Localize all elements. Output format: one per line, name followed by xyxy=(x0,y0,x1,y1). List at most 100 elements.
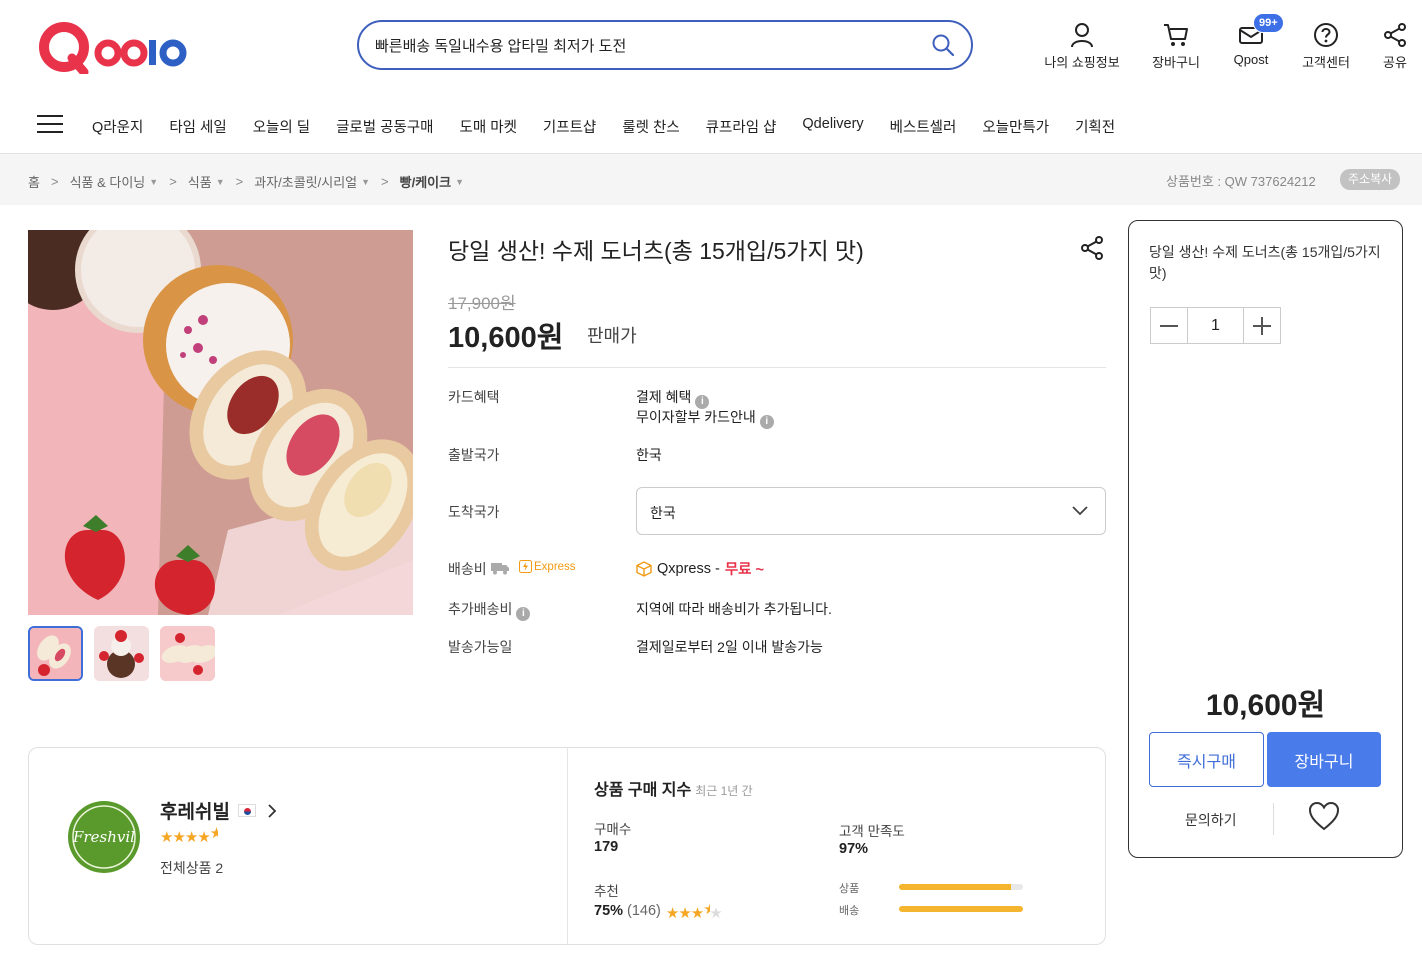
breadcrumb-item[interactable]: 식품 & 다이닝 xyxy=(70,172,146,191)
thumbnail-2[interactable] xyxy=(94,626,149,681)
customer-center-label: 고객센터 xyxy=(1302,55,1350,70)
nav-item[interactable]: 타임 세일 xyxy=(169,116,226,137)
divider xyxy=(448,367,1106,368)
origin-value: 한국 xyxy=(636,447,662,463)
price-label: 판매가 xyxy=(587,326,637,346)
shipping-value: Qxpress - 무료 ~ xyxy=(636,558,764,579)
plus-icon xyxy=(1252,316,1271,335)
qoo10-logo[interactable] xyxy=(38,20,188,77)
purchases-value: 179 xyxy=(594,839,619,855)
product-number: 상품번호 : QW 737624212 xyxy=(1166,174,1316,189)
buy-now-button[interactable]: 즉시구매 xyxy=(1149,732,1264,787)
breadcrumb: 홈 > 식품 & 다이닝 ▼ > 식품 ▼ > 과자/초콜릿/시리얼 ▼ > 빵/케이… xyxy=(28,172,464,191)
express-icon xyxy=(519,560,532,573)
caret-down-icon[interactable]: ▼ xyxy=(455,177,464,187)
korea-flag-icon xyxy=(237,804,256,817)
caret-down-icon[interactable]: ▼ xyxy=(216,177,225,187)
customer-center-button[interactable]: 고객센터 xyxy=(1298,22,1354,74)
nav-item[interactable]: 오늘만특가 xyxy=(982,116,1049,137)
qpost-label: Qpost xyxy=(1233,52,1269,67)
share-header-button[interactable]: 공유 xyxy=(1378,22,1412,74)
bar-fill xyxy=(899,884,1011,890)
my-shopping-button[interactable]: 나의 쇼핑정보 xyxy=(1040,22,1124,74)
breadcrumb-home[interactable]: 홈 xyxy=(28,172,40,191)
delivery-bar-label: 배송 xyxy=(839,905,860,917)
destination-label: 도착국가 xyxy=(448,504,500,520)
info-icon[interactable]: i xyxy=(759,415,774,429)
quantity-stepper: 1 xyxy=(1150,307,1281,344)
shipping-label: 배송비 xyxy=(448,561,487,577)
menu-icon[interactable] xyxy=(37,115,63,135)
nav-item[interactable]: 오늘의 딜 xyxy=(253,116,310,137)
caret-down-icon[interactable]: ▼ xyxy=(149,177,158,187)
cart-icon xyxy=(1164,24,1188,46)
satisfaction-value: 97% xyxy=(839,841,869,857)
qpost-badge: 99+ xyxy=(1253,13,1284,33)
search-bar[interactable] xyxy=(357,20,973,70)
destination-select[interactable]: 한국 xyxy=(636,487,1106,535)
purchase-index-title: 상품 구매 지수 최근 1년 간 xyxy=(594,776,753,800)
chevron-right-icon: > xyxy=(381,174,389,189)
nav-item[interactable]: Qdelivery xyxy=(802,116,863,137)
cart-label: 장바구니 xyxy=(1152,55,1200,70)
chevron-right-icon[interactable] xyxy=(266,803,278,819)
nav-item[interactable]: 베스트셀러 xyxy=(890,116,957,137)
shipping-free[interactable]: 무료 ~ xyxy=(725,558,764,579)
sale-price: 10,600원 xyxy=(448,322,564,354)
order-total-price: 10,600원 xyxy=(1205,689,1326,722)
seller-name-row[interactable]: 후레쉬빌 xyxy=(160,797,278,824)
thumbnail-3[interactable] xyxy=(160,626,215,681)
nav-item[interactable]: Q라운지 xyxy=(92,116,143,137)
heart-icon[interactable] xyxy=(1308,801,1340,836)
chevron-right-icon: > xyxy=(235,174,244,189)
chevron-down-icon xyxy=(1071,504,1089,522)
nav-item[interactable]: 도매 마켓 xyxy=(460,116,517,137)
purchases-label: 구매수 xyxy=(594,822,632,837)
nav-item[interactable]: 룰렛 찬스 xyxy=(622,116,679,137)
seller-logo[interactable]: Freshvil xyxy=(67,800,141,874)
nav-item[interactable]: 기프트샵 xyxy=(543,116,596,137)
nav-item[interactable]: 글로벌 공동구매 xyxy=(336,116,433,137)
delivery-satisfaction-bar xyxy=(899,906,1023,912)
bar-fill xyxy=(899,906,1023,912)
express-badge: Express xyxy=(519,560,576,573)
seller-name[interactable]: 후레쉬빌 xyxy=(160,797,230,824)
recommend-row: 75% (146) ★★★★★ xyxy=(594,900,723,922)
extra-shipping-label: 추가배송비 i xyxy=(448,599,531,621)
installment-card-info[interactable]: 무이자할부 카드안내 i xyxy=(636,407,774,429)
nav-item[interactable]: 큐프라임 샵 xyxy=(706,116,777,137)
breadcrumb-item[interactable]: 식품 xyxy=(188,172,212,191)
product-bar-label: 상품 xyxy=(839,883,860,895)
total-products[interactable]: 전체상품 2 xyxy=(160,858,223,878)
my-shopping-label: 나의 쇼핑정보 xyxy=(1044,55,1120,70)
breadcrumb-current[interactable]: 빵/케이크 xyxy=(400,172,451,191)
recommend-value: 75% xyxy=(594,903,624,919)
card-benefit-text: 결제 혜택 xyxy=(636,389,692,405)
info-icon[interactable]: i xyxy=(516,607,531,621)
cart-button[interactable]: 장바구니 xyxy=(1145,22,1207,74)
extra-shipping-text: 추가배송비 xyxy=(448,601,513,617)
product-main-image[interactable] xyxy=(28,230,413,615)
inquiry-button[interactable]: 문의하기 xyxy=(1185,810,1237,830)
share-icon xyxy=(1384,23,1406,47)
user-icon xyxy=(1071,23,1093,48)
breadcrumb-item[interactable]: 과자/초콜릿/시리얼 xyxy=(254,172,357,191)
chevron-right-icon: > xyxy=(169,174,177,189)
caret-down-icon[interactable]: ▼ xyxy=(361,177,370,187)
nav-item[interactable]: 기획전 xyxy=(1075,116,1115,137)
quantity-input[interactable]: 1 xyxy=(1187,308,1244,343)
origin-label: 출발국가 xyxy=(448,447,500,463)
chevron-right-icon: > xyxy=(50,174,59,189)
minus-button[interactable] xyxy=(1151,308,1187,343)
search-input[interactable] xyxy=(375,32,915,58)
search-icon[interactable] xyxy=(931,33,957,59)
add-to-cart-button[interactable]: 장바구니 xyxy=(1267,732,1381,787)
copy-address-button[interactable]: 주소복사 xyxy=(1340,169,1401,190)
recommend-label: 추천 xyxy=(594,884,619,899)
plus-button[interactable] xyxy=(1244,308,1280,343)
divider xyxy=(567,747,568,945)
share-icon[interactable] xyxy=(1080,235,1106,261)
card-benefit-value[interactable]: 결제 혜택 i xyxy=(636,387,710,409)
thumbnail-1[interactable] xyxy=(28,626,83,681)
help-icon xyxy=(1314,23,1338,47)
